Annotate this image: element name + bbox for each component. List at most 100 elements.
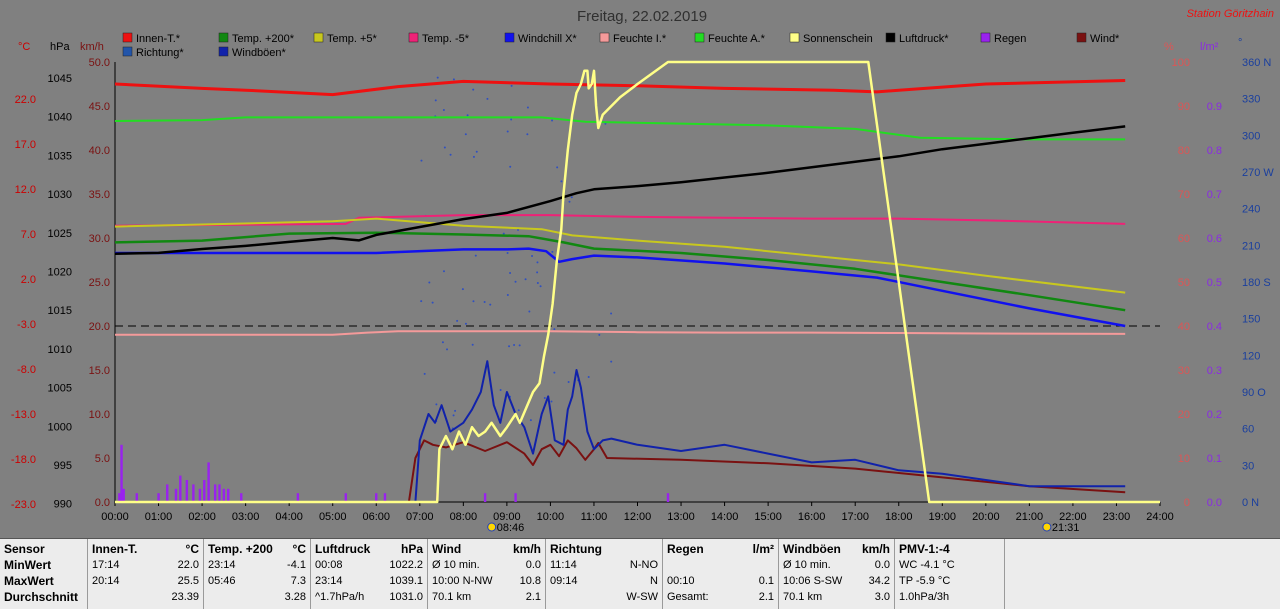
stats-value-row: 20:14 25.5 <box>92 573 199 589</box>
tick-hpa: 990 <box>54 499 72 511</box>
rain-bar <box>344 493 347 502</box>
stats-value-row: W-SW <box>550 589 658 605</box>
tick-celsius: -23.0 <box>11 499 36 511</box>
tick-percent: 80 <box>1178 145 1190 157</box>
stats-value-row: 17:14 22.0 <box>92 557 199 573</box>
tick-time: 08:00 <box>450 511 478 523</box>
direction-point <box>518 344 521 347</box>
direction-point <box>509 165 512 168</box>
stats-block-header: PMV-1:-4 <box>899 541 1000 557</box>
direction-point <box>536 261 539 264</box>
legend-swatch <box>504 32 515 43</box>
tick-time: 02:00 <box>188 511 216 523</box>
stats-cell: 20:14 <box>92 575 120 587</box>
direction-point <box>526 106 529 109</box>
direction-point <box>464 133 467 136</box>
stats-block-header: Windböen km/h <box>783 541 890 557</box>
stats-cell: 1039.1 <box>389 575 423 587</box>
sunset-icon <box>1042 522 1052 532</box>
direction-point <box>475 150 478 153</box>
rain-bar <box>122 488 125 502</box>
unit-celsius: °C <box>18 41 30 53</box>
stats-cell: 1.0hPa/3h <box>899 591 950 603</box>
direction-point <box>517 228 520 231</box>
rain-bar <box>157 493 160 502</box>
stats-block-title: Luftdruck <box>315 542 371 556</box>
rain-bar <box>240 493 243 502</box>
stats-cell: W-SW <box>626 591 658 603</box>
legend-label: Regen <box>994 33 1026 45</box>
direction-point <box>539 285 542 288</box>
stats-cell: WC -4.1 °C <box>899 559 955 571</box>
direction-point <box>452 414 455 417</box>
unit-rain: l/m² <box>1200 41 1219 53</box>
legend: Innen-T.* Temp. +200* Temp. +5* Temp. -5* Wi… <box>122 32 1120 59</box>
chart-title: Freitag, 22.02.2019 <box>577 8 707 25</box>
stats-cell: 10:00 N-NW <box>432 575 493 587</box>
stats-value-row: 09:14 N <box>550 573 658 589</box>
stats-cell: 3.28 <box>284 591 306 603</box>
stats-value-row: 70.1 km 3.0 <box>783 589 890 605</box>
direction-point <box>524 278 527 281</box>
stats-value-row: 05:46 7.3 <box>208 573 306 589</box>
tick-hpa: 1030 <box>48 189 72 201</box>
direction-point <box>466 114 469 117</box>
direction-point <box>420 159 423 162</box>
rain-bar <box>135 493 138 502</box>
tick-rain: 0.8 <box>1207 145 1222 157</box>
stats-cell: 23:14 <box>208 559 236 571</box>
tick-time: 18:00 <box>885 511 913 523</box>
tick-kmh: 5.0 <box>95 453 110 465</box>
direction-point <box>509 271 512 274</box>
legend-swatch <box>122 46 133 57</box>
tick-rain: 0.1 <box>1207 453 1222 465</box>
tick-hpa: 1015 <box>48 305 72 317</box>
tick-celsius: -13.0 <box>11 409 36 421</box>
legend-swatch <box>885 32 896 43</box>
row-label: MaxWert <box>4 574 54 588</box>
stats-block: Wind km/h Ø 10 min. 0.0 10:00 N-NW 10.8 70.1 k… <box>428 539 546 609</box>
direction-point <box>483 300 486 303</box>
direction-point <box>472 155 475 158</box>
rain-bar <box>213 484 217 502</box>
stats-value-row <box>667 557 774 573</box>
tick-celsius: 17.0 <box>15 139 36 151</box>
tick-percent: 50 <box>1178 277 1190 289</box>
tick-time: 07:00 <box>406 511 434 523</box>
tick-celsius: -3.0 <box>17 319 36 331</box>
rain-bar <box>514 493 517 502</box>
direction-point <box>536 271 539 274</box>
tick-degrees: 300 <box>1242 130 1260 142</box>
tick-time: 06:00 <box>362 511 390 523</box>
tick-rain: 0.2 <box>1207 409 1222 421</box>
tick-kmh: 15.0 <box>89 365 110 377</box>
stats-cell: 2.1 <box>758 591 774 603</box>
tick-rain: 0.9 <box>1207 101 1222 113</box>
stats-cell: 22.0 <box>177 559 199 571</box>
legend-label: Sonnenschein <box>803 33 873 45</box>
tick-hpa: 1020 <box>48 267 72 279</box>
stats-value-row: 23:14 -4.1 <box>208 557 306 573</box>
direction-point <box>420 300 423 303</box>
stats-cell: Ø 10 min. <box>783 559 831 571</box>
tick-hpa: 1025 <box>48 228 72 240</box>
legend-swatch <box>313 32 324 43</box>
stats-block: Temp. +200 °C 23:14 -4.1 05:46 7.3 3.28 <box>204 539 311 609</box>
direction-point <box>528 310 531 313</box>
stats-value-row: 1.0hPa/3h <box>899 589 1000 605</box>
legend-swatch <box>599 32 610 43</box>
stats-cell: TP -5.9 °C <box>899 575 951 587</box>
legend-label: Windböen* <box>232 47 287 59</box>
tick-degrees: 240 <box>1242 204 1260 216</box>
tick-time: 23:00 <box>1103 511 1131 523</box>
tick-kmh: 30.0 <box>89 233 110 245</box>
rain-bar <box>222 488 226 502</box>
stats-row-label: Durchschnitt <box>4 589 83 605</box>
tick-kmh: 10.0 <box>89 409 110 421</box>
legend-label: Wind* <box>1090 33 1120 45</box>
stats-cell: 70.1 km <box>783 591 823 603</box>
stats-value-row: TP -5.9 °C <box>899 573 1000 589</box>
sunset-time: 21:31 <box>1052 522 1080 534</box>
rain-bar <box>383 493 387 502</box>
tick-kmh: 20.0 <box>89 321 110 333</box>
